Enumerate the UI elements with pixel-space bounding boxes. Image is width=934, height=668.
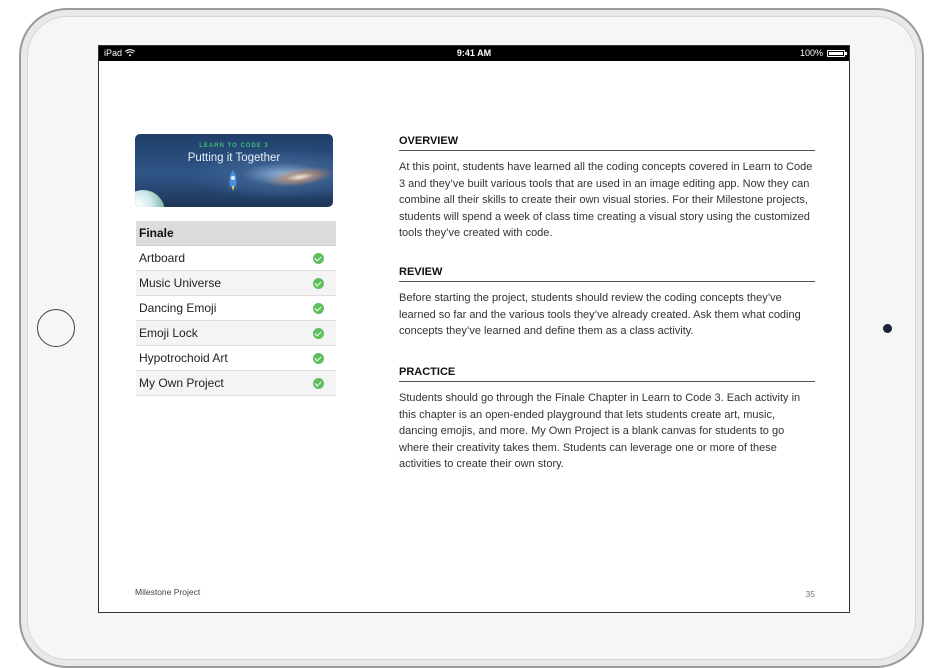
rocket-icon — [228, 170, 238, 191]
status-time: 9:41 AM — [456, 48, 492, 58]
chapter-hero-image: LEARN TO CODE 3 Putting it Together — [135, 134, 333, 207]
list-item-label: Hypotrochoid Art — [139, 351, 228, 365]
status-bar: iPad 9:41 AM 100% — [99, 46, 849, 61]
hero-title: Putting it Together — [187, 152, 281, 164]
home-button[interactable] — [37, 309, 75, 347]
section-heading: OVERVIEW — [399, 135, 815, 151]
section-body: Students should go through the Finale Ch… — [399, 392, 801, 471]
list-item-label: Dancing Emoji — [139, 301, 217, 315]
list-item-label: Music Universe — [139, 276, 222, 290]
checkmark-icon — [313, 277, 324, 289]
battery-percent: 100% — [799, 48, 823, 58]
practice-section: PRACTICE Students should go through the … — [399, 366, 815, 473]
checkmark-icon — [313, 302, 324, 314]
list-item-artboard[interactable]: Artboard — [136, 246, 336, 271]
checkmark-icon — [313, 377, 324, 389]
list-item-music-universe[interactable]: Music Universe — [136, 271, 336, 296]
list-item-label: Artboard — [139, 251, 186, 265]
galaxy-graphic — [264, 163, 333, 191]
footer-title: Milestone Project — [135, 587, 201, 597]
list-item-hypotrochoid-art[interactable]: Hypotrochoid Art — [136, 346, 336, 371]
section-body: Before starting the project, students sh… — [399, 292, 801, 338]
list-item-dancing-emoji[interactable]: Dancing Emoji — [136, 296, 336, 321]
camera-icon — [883, 324, 892, 333]
chapter-header: Finale — [136, 221, 336, 246]
list-item-label: Emoji Lock — [139, 326, 198, 340]
checkmark-icon — [313, 352, 324, 364]
section-heading: REVIEW — [399, 266, 815, 282]
hero-kicker: LEARN TO CODE 3 — [199, 143, 269, 149]
chapter-list: Finale Artboard Music Universe Dancing E… — [136, 221, 336, 396]
screen: iPad 9:41 AM 100% LEARN TO CODE 3 Puttin… — [98, 45, 850, 613]
page-number: 35 — [805, 589, 815, 599]
list-item-my-own-project[interactable]: My Own Project — [136, 371, 336, 396]
checkmark-icon — [313, 327, 324, 339]
status-right: 100% — [799, 48, 847, 58]
list-item-emoji-lock[interactable]: Emoji Lock — [136, 321, 336, 346]
review-section: REVIEW Before starting the project, stud… — [399, 266, 815, 340]
battery-icon — [827, 49, 847, 57]
section-body: At this point, students have learned all… — [399, 161, 813, 240]
checkmark-icon — [313, 252, 324, 264]
overview-section: OVERVIEW At this point, students have le… — [399, 135, 815, 242]
section-heading: PRACTICE — [399, 366, 815, 382]
planet-graphic — [135, 190, 165, 207]
list-item-label: My Own Project — [139, 376, 224, 390]
